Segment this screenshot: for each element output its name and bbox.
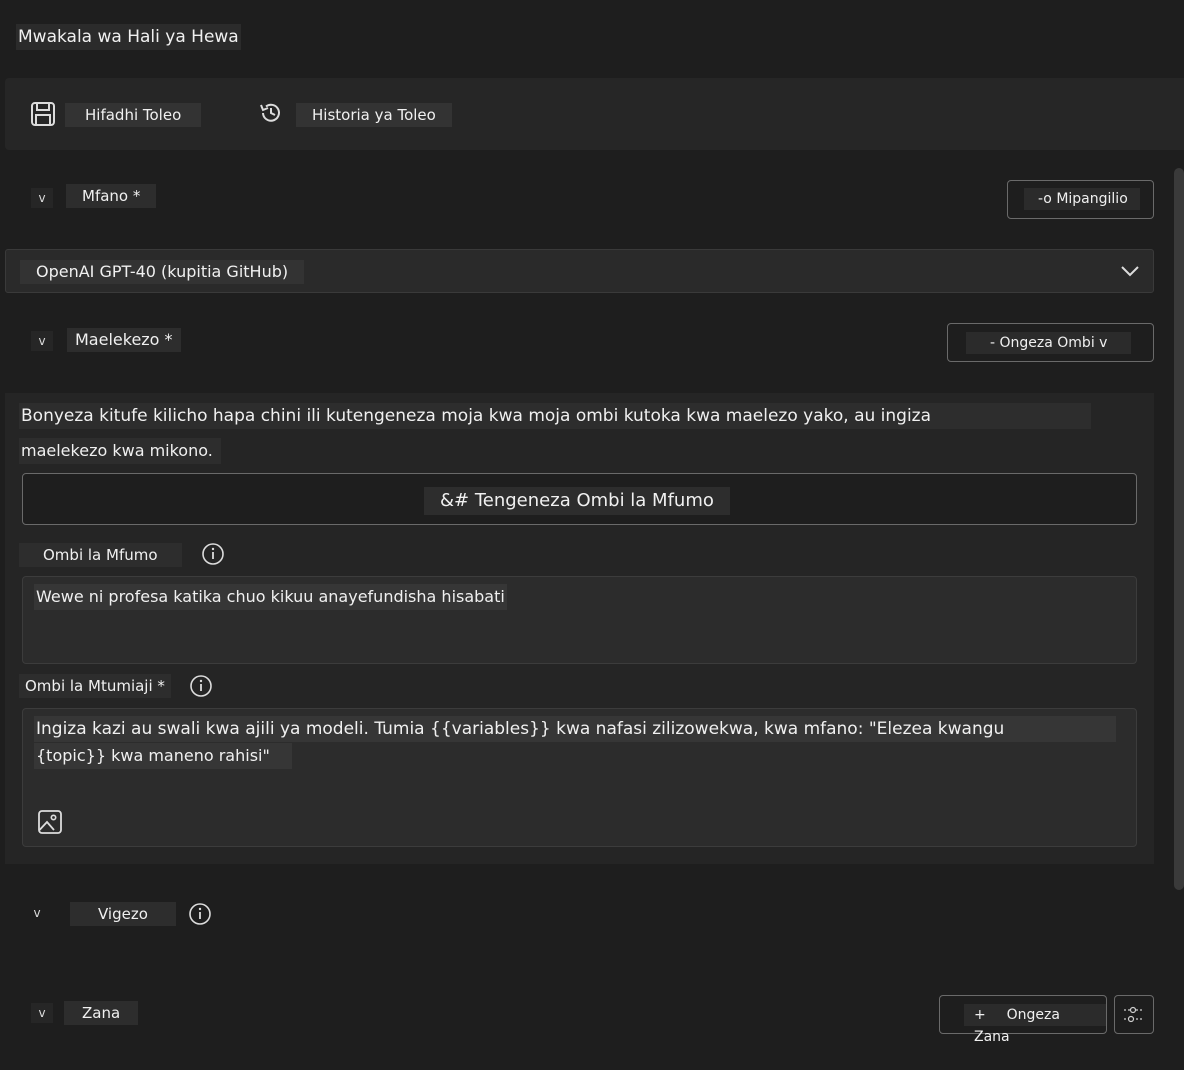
system-prompt-value: Wewe ni profesa katika chuo kikuu anayef…: [34, 584, 507, 610]
image-icon[interactable]: [37, 809, 63, 835]
generate-system-prompt-label: &# Tengeneza Ombi la Mfumo: [424, 487, 730, 515]
model-select-value: OpenAI GPT-40 (kupitia GitHub): [20, 260, 305, 284]
system-prompt-label: Ombi la Mfumo: [19, 543, 182, 567]
add-tool-label: Ongeza Zana: [974, 1007, 1060, 1045]
variables-collapse-chevron[interactable]: v: [26, 903, 48, 923]
generate-system-prompt-button[interactable]: &# Tengeneza Ombi la Mfumo: [22, 473, 1137, 525]
scrollbar[interactable]: [1174, 168, 1184, 890]
model-select[interactable]: OpenAI GPT-40 (kupitia GitHub): [5, 249, 1154, 293]
tools-collapse-chevron[interactable]: v: [31, 1003, 53, 1023]
variables-section-label: Vigezo: [70, 902, 176, 926]
instructions-collapse-chevron[interactable]: v: [31, 331, 53, 351]
instructions-panel: Bonyeza kitufe kilicho hapa chini ili ku…: [5, 393, 1154, 864]
model-collapse-chevron[interactable]: v: [31, 188, 53, 208]
save-version-button[interactable]: Hifadhi Toleo: [65, 103, 202, 127]
add-prompt-button[interactable]: - Ongeza Ombi v: [947, 323, 1154, 362]
settings-label: -o Mipangilio: [1038, 191, 1128, 207]
info-icon[interactable]: [188, 902, 212, 926]
instructions-description-line1: Bonyeza kitufe kilicho hapa chini ili ku…: [19, 403, 1091, 429]
info-icon[interactable]: [189, 674, 213, 698]
model-section-label: Mfano *: [66, 184, 157, 208]
chevron-down-icon: [1120, 264, 1140, 278]
user-prompt-textarea[interactable]: Ingiza kazi au swali kwa ajili ya modeli…: [22, 708, 1137, 847]
agent-builder-page: Mwakala wa Hali ya Hewa Hifadhi Toleo Hi…: [0, 0, 1184, 1070]
save-icon[interactable]: [30, 101, 56, 127]
user-prompt-label: Ombi la Mtumiaji *: [19, 674, 171, 698]
add-prompt-label: - Ongeza Ombi v: [990, 335, 1108, 351]
page-title: Mwakala wa Hali ya Hewa: [16, 24, 241, 50]
info-icon[interactable]: [201, 542, 225, 566]
user-prompt-placeholder-line2: {topic}} kwa maneno rahisi": [34, 743, 292, 769]
sliders-icon: [1121, 1004, 1147, 1026]
plus-icon: +: [974, 1007, 986, 1023]
toolbar: Hifadhi Toleo Historia ya Toleo: [5, 78, 1184, 150]
instructions-description-line2: maelekezo kwa mikono.: [19, 438, 221, 464]
version-history-button[interactable]: Historia ya Toleo: [296, 103, 452, 127]
history-icon[interactable]: [258, 100, 284, 126]
tools-section-label: Zana: [64, 1001, 139, 1025]
instructions-section-label: Maelekezo *: [67, 328, 181, 352]
settings-button[interactable]: -o Mipangilio: [1007, 180, 1154, 219]
system-prompt-textarea[interactable]: Wewe ni profesa katika chuo kikuu anayef…: [22, 576, 1137, 664]
tools-settings-button[interactable]: [1114, 995, 1154, 1034]
user-prompt-placeholder-line1: Ingiza kazi au swali kwa ajili ya modeli…: [34, 716, 1116, 742]
add-tool-button[interactable]: + Ongeza Zana: [939, 995, 1107, 1045]
